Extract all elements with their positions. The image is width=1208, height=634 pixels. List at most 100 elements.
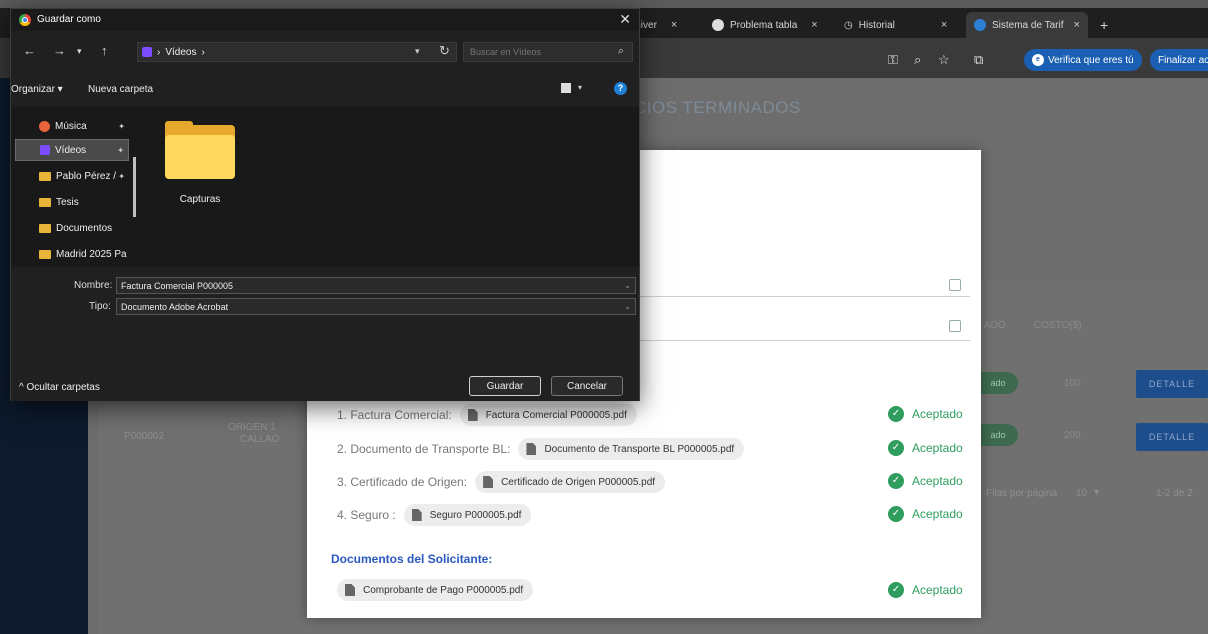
tab-close-icon[interactable]: × xyxy=(941,19,947,31)
nav-item-music[interactable]: Música ✦ xyxy=(15,115,129,137)
document-label: 4. Seguro : xyxy=(337,508,396,522)
chevron-down-icon[interactable]: ▾ xyxy=(415,46,420,57)
rows-per-page-select[interactable]: 10 xyxy=(1076,488,1087,499)
new-tab-button[interactable]: + xyxy=(1100,12,1108,38)
folder-label[interactable]: Capturas xyxy=(161,194,239,205)
file-chip[interactable]: Factura Comercial P000005.pdf xyxy=(459,404,637,426)
tab-label: Sistema de Tarif xyxy=(992,19,1064,31)
file-type-select[interactable]: Documento Adobe Acrobat ⌄ xyxy=(116,298,636,315)
file-icon xyxy=(467,409,478,421)
search-box[interactable]: ⌕ xyxy=(463,42,633,62)
document-row: 2. Documento de Transporte BL: Documento… xyxy=(337,438,745,460)
scrollbar[interactable] xyxy=(133,157,136,217)
status-label: Aceptado xyxy=(912,474,963,488)
up-arrow-icon[interactable]: ↑ xyxy=(101,43,108,58)
status-label: Aceptado xyxy=(912,407,963,421)
nav-item-label: Tesis xyxy=(56,196,79,208)
site-icon xyxy=(974,19,986,31)
nav-item-videos[interactable]: Vídeos ✦ xyxy=(15,139,129,161)
file-chip[interactable]: Documento de Transporte BL P000005.pdf xyxy=(518,438,745,460)
file-icon xyxy=(526,443,537,455)
cancel-button[interactable]: Cancelar xyxy=(551,376,623,396)
tab-close-icon[interactable]: × xyxy=(671,19,677,31)
header-state: ADO xyxy=(984,320,1006,331)
file-chip[interactable]: Seguro P000005.pdf xyxy=(403,504,532,526)
tab-historial[interactable]: ◷ Historial × xyxy=(844,12,947,38)
nav-item-label: Música xyxy=(55,120,87,132)
new-folder-button[interactable]: Nueva carpeta xyxy=(88,84,153,95)
chevron-down-icon[interactable]: ⌄ xyxy=(624,302,631,311)
nav-item-documentos[interactable]: Documentos xyxy=(15,217,129,239)
calendar-icon[interactable] xyxy=(949,279,961,291)
filename-field[interactable]: Factura Comercial P000005 ⌄ xyxy=(116,277,636,294)
chevron-down-icon[interactable]: ⌄ xyxy=(624,281,631,290)
folder-icon xyxy=(39,171,51,181)
forward-arrow-icon[interactable]: → xyxy=(53,43,66,58)
openai-icon xyxy=(712,19,724,31)
detail-button[interactable]: DETALLE xyxy=(1136,423,1208,451)
extensions-icon[interactable]: ⧉ xyxy=(974,52,983,68)
status-label: Aceptado xyxy=(912,507,963,521)
folder-icon xyxy=(39,223,51,233)
back-arrow-icon[interactable]: ← xyxy=(23,43,36,58)
tab-problema-tabla[interactable]: Problema tabla × xyxy=(712,12,818,38)
hide-folders-toggle[interactable]: ^ Ocultar carpetas xyxy=(19,382,100,393)
videos-icon xyxy=(142,47,152,57)
nav-item-label: Documentos xyxy=(56,222,113,234)
tab-close-icon[interactable]: × xyxy=(1074,19,1080,31)
file-name: Factura Comercial P000005.pdf xyxy=(485,409,627,421)
status-label: Aceptado xyxy=(912,441,963,455)
refresh-icon[interactable]: ↻ xyxy=(439,43,450,59)
chevron-down-icon[interactable]: ▾ xyxy=(578,83,582,92)
close-icon[interactable]: ✕ xyxy=(619,11,631,28)
folder-capturas[interactable] xyxy=(165,121,235,181)
header-cost: COSTO($) xyxy=(1034,320,1082,331)
chrome-logo-icon xyxy=(19,14,31,26)
help-icon[interactable]: ? xyxy=(614,82,627,95)
document-label: 2. Documento de Transporte BL: xyxy=(337,442,511,456)
save-button[interactable]: Guardar xyxy=(469,376,541,396)
file-icon xyxy=(345,584,355,596)
recent-locations-icon[interactable]: ▾ xyxy=(77,46,82,57)
status-accepted: ✓ Aceptado xyxy=(888,473,963,489)
status-badge: ado xyxy=(978,372,1018,394)
check-circle-icon: ✓ xyxy=(888,406,904,422)
search-input[interactable] xyxy=(470,45,600,59)
hide-folders-label: Ocultar carpetas xyxy=(26,382,100,393)
document-row: 4. Seguro : Seguro P000005.pdf xyxy=(337,504,532,526)
detail-button[interactable]: DETALLE xyxy=(1136,370,1208,398)
finish-button[interactable]: Finalizar ac xyxy=(1150,49,1208,71)
calendar-icon[interactable] xyxy=(949,320,961,332)
videos-icon xyxy=(40,145,50,155)
breadcrumb[interactable]: Vídeos xyxy=(165,47,196,58)
address-bar[interactable]: › Vídeos › xyxy=(137,42,457,62)
nav-item-label: Vídeos xyxy=(55,144,87,156)
row-code: P000002 xyxy=(124,431,165,442)
folder-front xyxy=(165,135,235,179)
document-row: 3. Certificado de Origen: Certificado de… xyxy=(337,471,666,493)
finish-label: Finalizar ac xyxy=(1158,54,1208,66)
chevron-down-icon: ▾ xyxy=(1094,487,1100,498)
tab-sistema-de-tarifas[interactable]: Sistema de Tarif × xyxy=(966,12,1088,38)
nav-item-label: Madrid 2025 Pa xyxy=(56,248,127,260)
status-accepted: ✓ Aceptado xyxy=(888,406,963,422)
check-circle-icon: ✓ xyxy=(888,440,904,456)
filename-label: Nombre: xyxy=(74,280,113,291)
zoom-icon[interactable]: ⌕ xyxy=(914,52,921,68)
file-chip[interactable]: Certificado de Origen P000005.pdf xyxy=(475,471,666,493)
nav-item-tesis[interactable]: Tesis xyxy=(15,191,129,213)
nav-item-label: Pablo Pérez / xyxy=(56,170,117,182)
verify-button[interactable]: e Verifica que eres tú xyxy=(1024,49,1142,71)
organize-button[interactable]: Organizar ▾ xyxy=(11,84,63,95)
date-field-underline xyxy=(630,340,970,341)
file-chip[interactable]: Comprobante de Pago P000005.pdf xyxy=(337,579,534,601)
view-options-icon[interactable] xyxy=(561,83,571,93)
favorite-star-icon[interactable]: ☆ xyxy=(938,52,950,68)
password-key-icon[interactable]: ⚿ xyxy=(888,52,898,68)
row-port: CALLAO xyxy=(240,434,280,445)
nav-item-madrid[interactable]: Madrid 2025 Pa xyxy=(15,243,129,265)
dialog-titlebar[interactable]: Guardar como ✕ xyxy=(11,9,639,31)
pin-icon: ✦ xyxy=(118,121,125,131)
tab-close-icon[interactable]: × xyxy=(811,19,817,31)
nav-item-pablo-perez[interactable]: Pablo Pérez / ✦ xyxy=(15,165,129,187)
